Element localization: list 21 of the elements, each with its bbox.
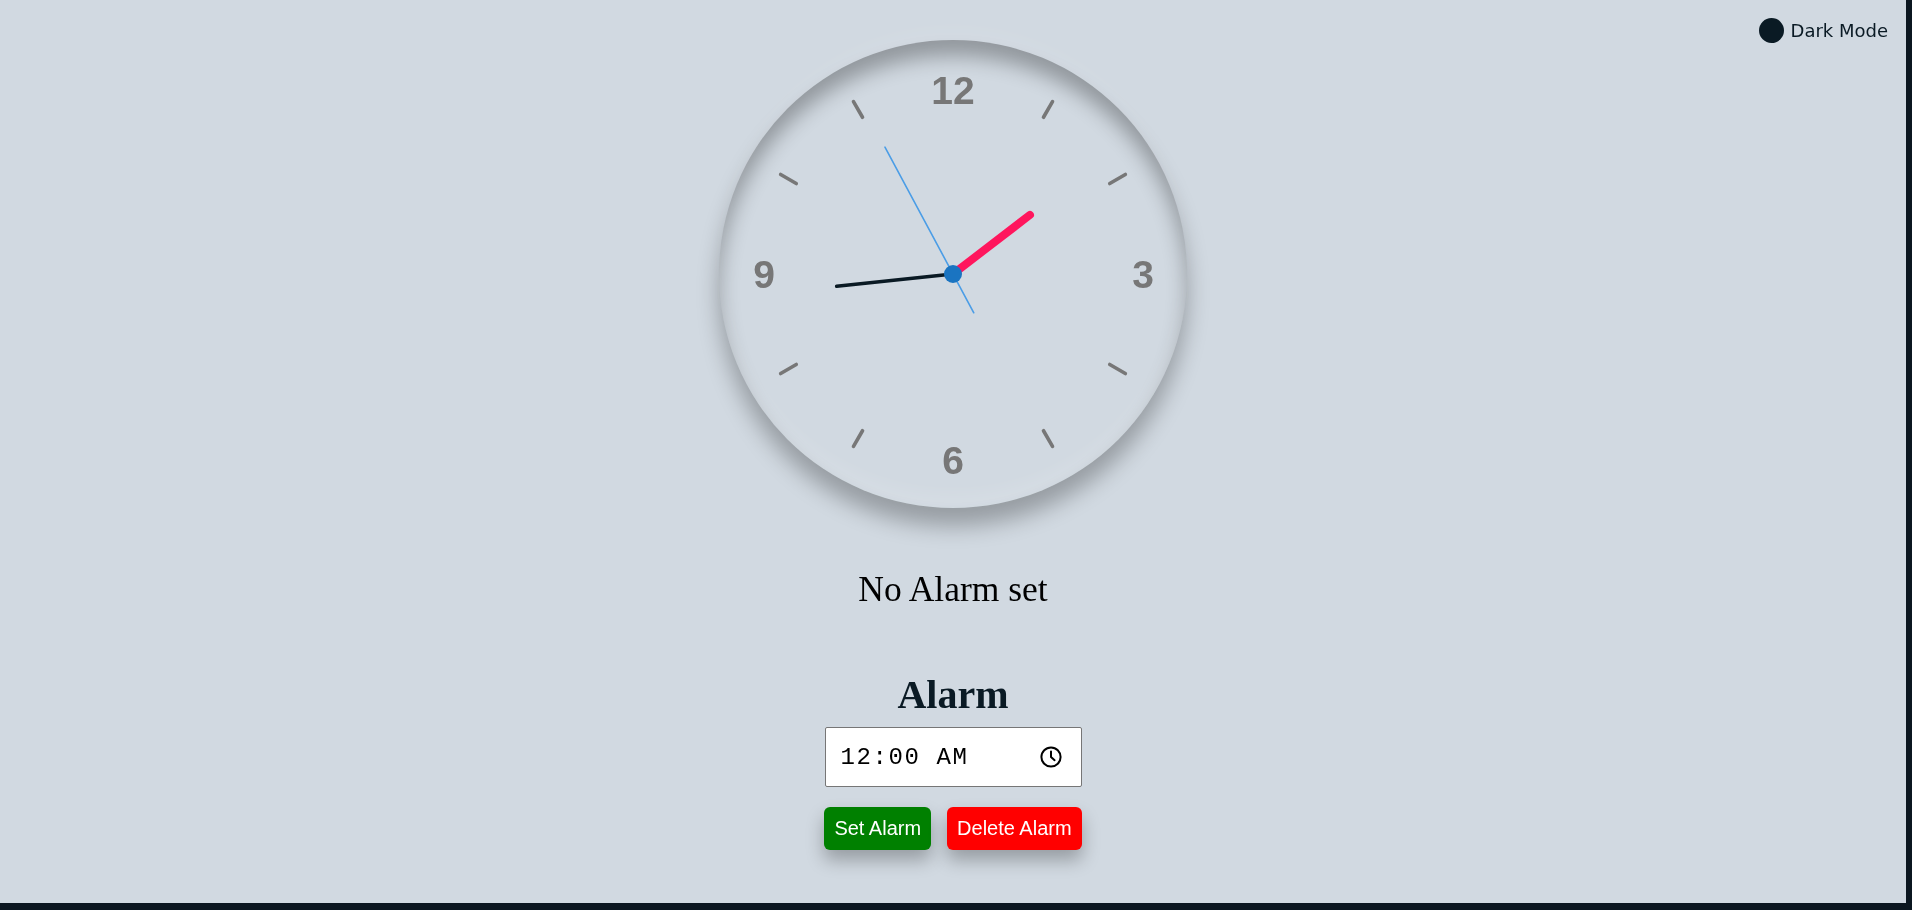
dark-mode-toggle[interactable]: Dark Mode bbox=[1758, 18, 1888, 43]
hour-tick-mark bbox=[778, 172, 799, 186]
time-input-field[interactable]: 12:00 AM bbox=[824, 727, 1082, 787]
hour-tick-mark bbox=[1107, 172, 1128, 186]
hour-tick-mark bbox=[1107, 362, 1128, 376]
alarm-heading: Alarm bbox=[897, 672, 1009, 718]
circle-icon bbox=[1758, 18, 1784, 43]
dial-number: 3 bbox=[1132, 252, 1154, 296]
center-pin-icon bbox=[944, 265, 962, 283]
hour-tick-mark bbox=[1041, 428, 1055, 449]
dial-number: 6 bbox=[942, 438, 964, 482]
alarm-status-text: No Alarm set bbox=[858, 569, 1048, 610]
hour-tick-mark bbox=[1041, 99, 1055, 120]
hour-tick-mark bbox=[778, 362, 799, 376]
dial-number: 12 bbox=[931, 68, 975, 112]
clock-icon bbox=[1039, 746, 1062, 768]
set-alarm-button[interactable]: Set Alarm bbox=[824, 807, 932, 850]
dial-number: 9 bbox=[753, 252, 775, 296]
hour-tick-mark bbox=[851, 99, 865, 120]
hour-tick-mark bbox=[851, 428, 865, 449]
delete-alarm-button[interactable]: Delete Alarm bbox=[947, 807, 1082, 850]
